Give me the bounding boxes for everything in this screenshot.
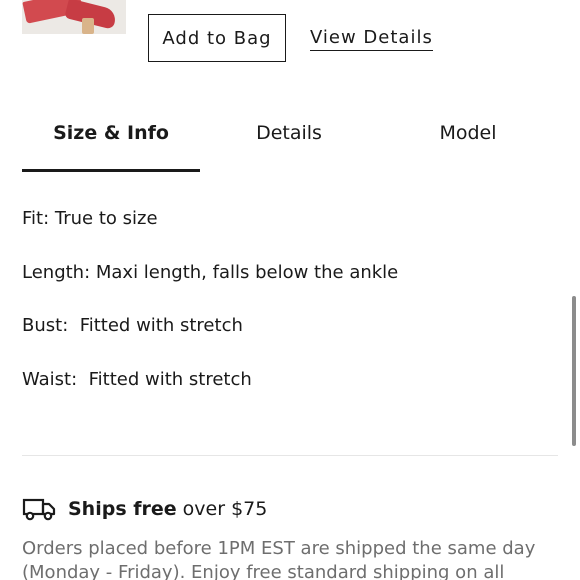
tab-details[interactable]: Details bbox=[200, 108, 378, 172]
tab-size-info[interactable]: Size & Info bbox=[22, 108, 200, 172]
ships-free-label: Ships free bbox=[68, 498, 177, 520]
active-tab-indicator bbox=[22, 169, 200, 172]
ships-free-threshold: over $75 bbox=[182, 498, 268, 520]
tab-model[interactable]: Model bbox=[378, 108, 558, 172]
scrollbar[interactable] bbox=[572, 296, 576, 446]
section-divider bbox=[22, 455, 558, 456]
product-thumbnail[interactable] bbox=[22, 0, 126, 34]
bust-info: Bust: Fitted with stretch bbox=[22, 315, 243, 336]
view-details-link[interactable]: View Details bbox=[310, 27, 433, 51]
product-info-tabs: Size & Info Details Model bbox=[22, 108, 558, 172]
size-info-panel: Fit: True to size Length: Maxi length, f… bbox=[22, 205, 398, 419]
free-shipping-row: Ships free over $75 bbox=[22, 493, 267, 525]
length-info: Length: Maxi length, falls below the ank… bbox=[22, 261, 399, 283]
shipping-description: Orders placed before 1PM EST are shipped… bbox=[22, 538, 536, 580]
shoe-heel-image bbox=[82, 18, 94, 34]
truck-icon bbox=[22, 498, 56, 521]
fit-info: Fit: True to size bbox=[22, 208, 158, 229]
product-page: Add to Bag View Details Size & Info Deta… bbox=[0, 0, 580, 580]
waist-info: Waist: Fitted with stretch bbox=[22, 368, 252, 390]
add-to-bag-button[interactable]: Add to Bag bbox=[148, 14, 286, 62]
